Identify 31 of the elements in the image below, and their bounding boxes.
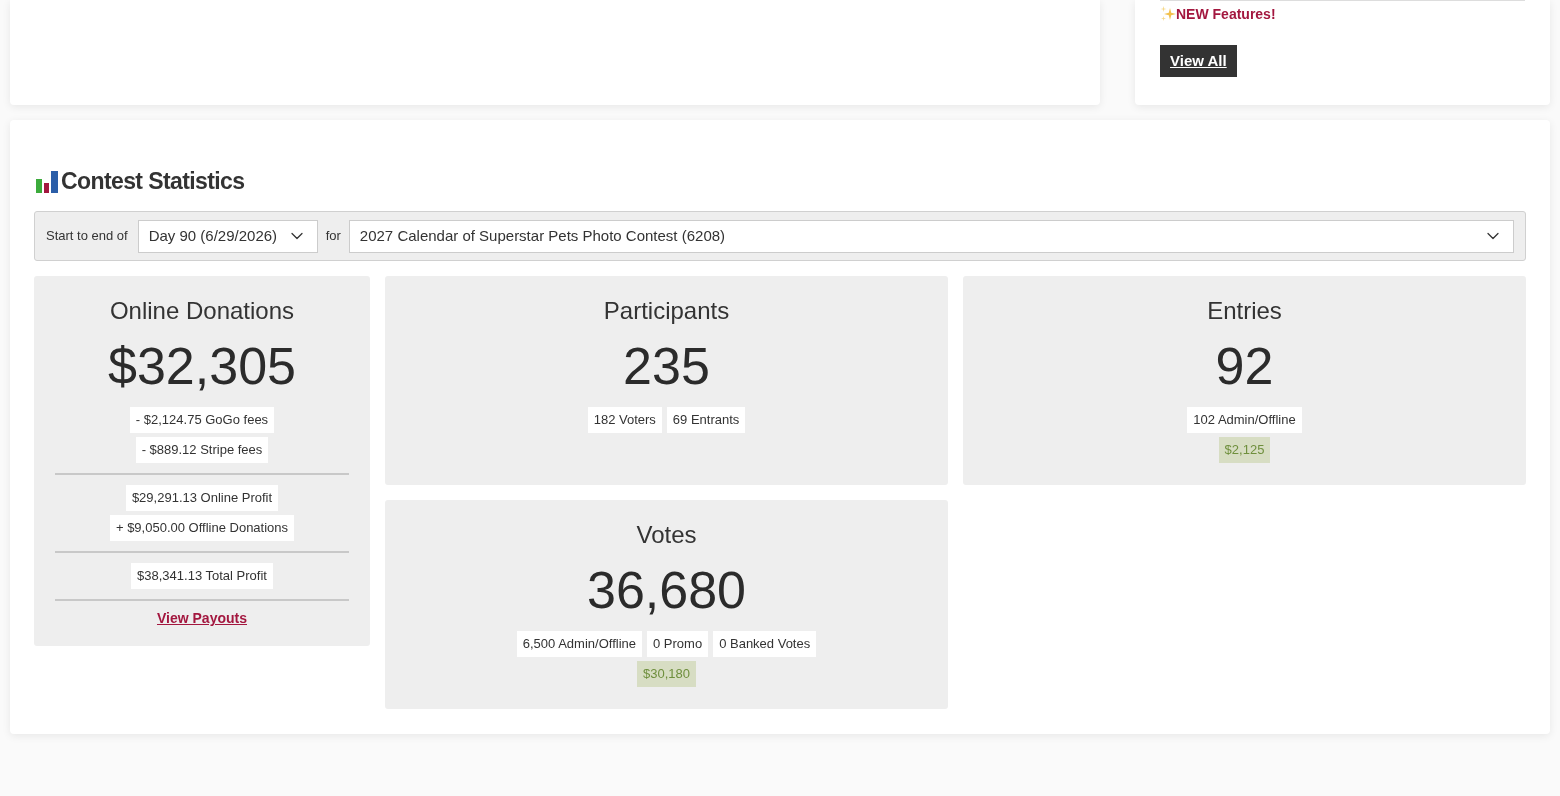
stat-title: Votes [636,520,697,550]
section-title: Contest Statistics [61,166,245,196]
stat-value: 36,680 [586,560,746,620]
stat-tag: 182 Voters [587,407,662,433]
news-link[interactable]: NEW Features! [1176,6,1276,22]
for-label: for [325,227,341,246]
stat-tag: 102 Admin/Offline [1187,407,1302,433]
stat-tag: 0 Promo [647,631,709,657]
view-all-button[interactable]: View All [1160,45,1237,77]
stat-value: 235 [623,336,710,396]
stat-tag: $38,341.13 Total Profit [131,563,273,589]
stat-tag: - $889.12 Stripe fees [135,437,269,463]
stat-title: Participants [603,296,730,326]
amount-tag: $30,180 [637,661,696,687]
contest-select[interactable]: 2027 Calendar of Superstar Pets Photo Contest (6208) [348,219,1514,253]
stat-title: Entries [1207,296,1282,326]
stat-value: 92 [1215,336,1274,396]
view-payouts-link[interactable]: View Payouts [157,608,247,628]
stat-tag: $29,291.13 Online Profit [125,485,279,511]
sparkles-icon [1160,6,1176,22]
stat-tag: + $9,050.00 Offline Donations [109,515,295,541]
filter-label: Start to end of [46,227,128,246]
stat-tag: 0 Banked Votes [713,631,817,657]
stat-tag: 6,500 Admin/Offline [516,631,642,657]
amount-tag: $2,125 [1218,437,1271,463]
period-select[interactable]: Day 90 (6/29/2026) [137,219,318,253]
stat-title: Online Donations [108,296,296,326]
stat-tag: - $2,124.75 GoGo fees [129,407,275,433]
bar-chart-icon [36,169,58,193]
stat-tag: 69 Entrants [666,407,746,433]
stat-value: $32,305 [107,336,297,396]
